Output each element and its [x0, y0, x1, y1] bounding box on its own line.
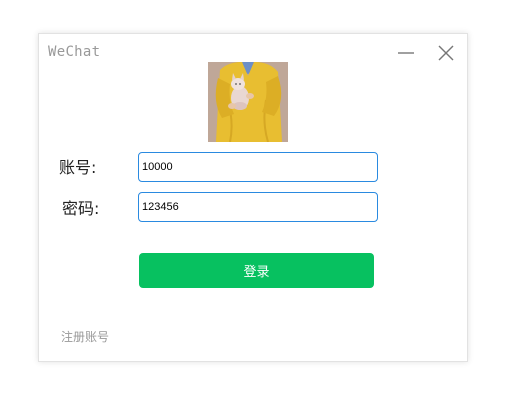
login-window: WeChat 账号: 10000 密码: 123456 登录 注册账号 — [38, 33, 468, 362]
password-input[interactable] — [138, 192, 378, 222]
avatar-photo — [208, 62, 288, 142]
password-label: 密码: — [62, 199, 100, 218]
minimize-icon — [398, 52, 414, 54]
avatar — [208, 62, 288, 142]
register-link[interactable]: 注册账号 — [61, 328, 109, 345]
close-button[interactable] — [435, 42, 457, 64]
account-label: 账号: — [59, 158, 97, 177]
close-icon — [438, 45, 454, 61]
login-button[interactable]: 登录 — [139, 253, 374, 288]
minimize-button[interactable] — [395, 42, 417, 64]
account-input[interactable] — [138, 152, 378, 182]
window-title: WeChat — [48, 44, 101, 60]
